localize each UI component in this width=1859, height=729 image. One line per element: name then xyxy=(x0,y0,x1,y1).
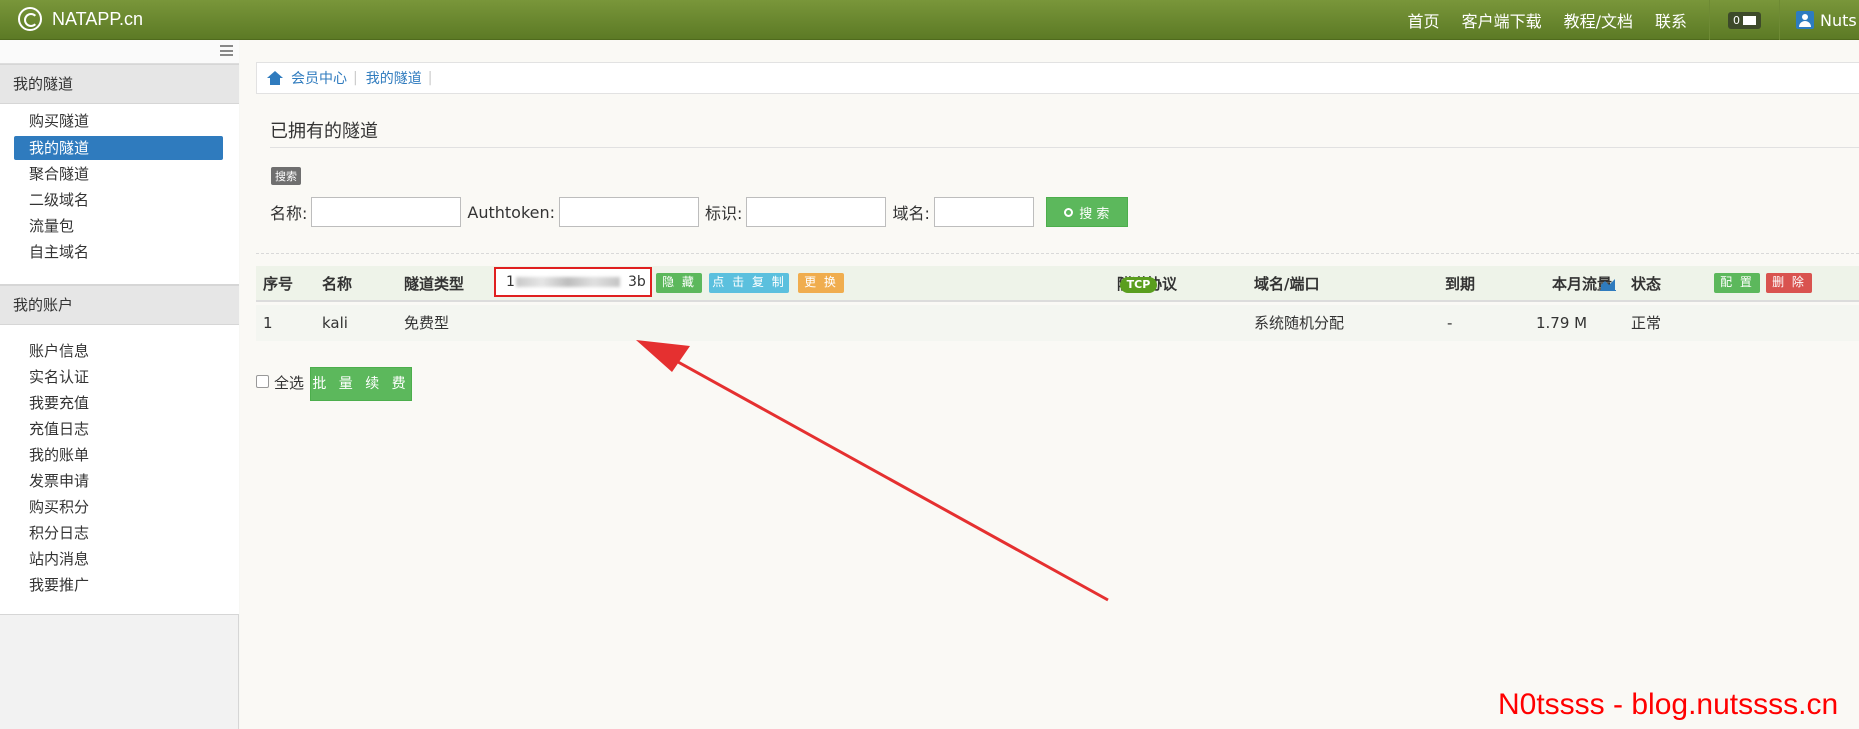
watermark: N0tssss - blog.nutssss.cn xyxy=(1498,688,1839,721)
annotation-arrow xyxy=(636,340,1109,602)
